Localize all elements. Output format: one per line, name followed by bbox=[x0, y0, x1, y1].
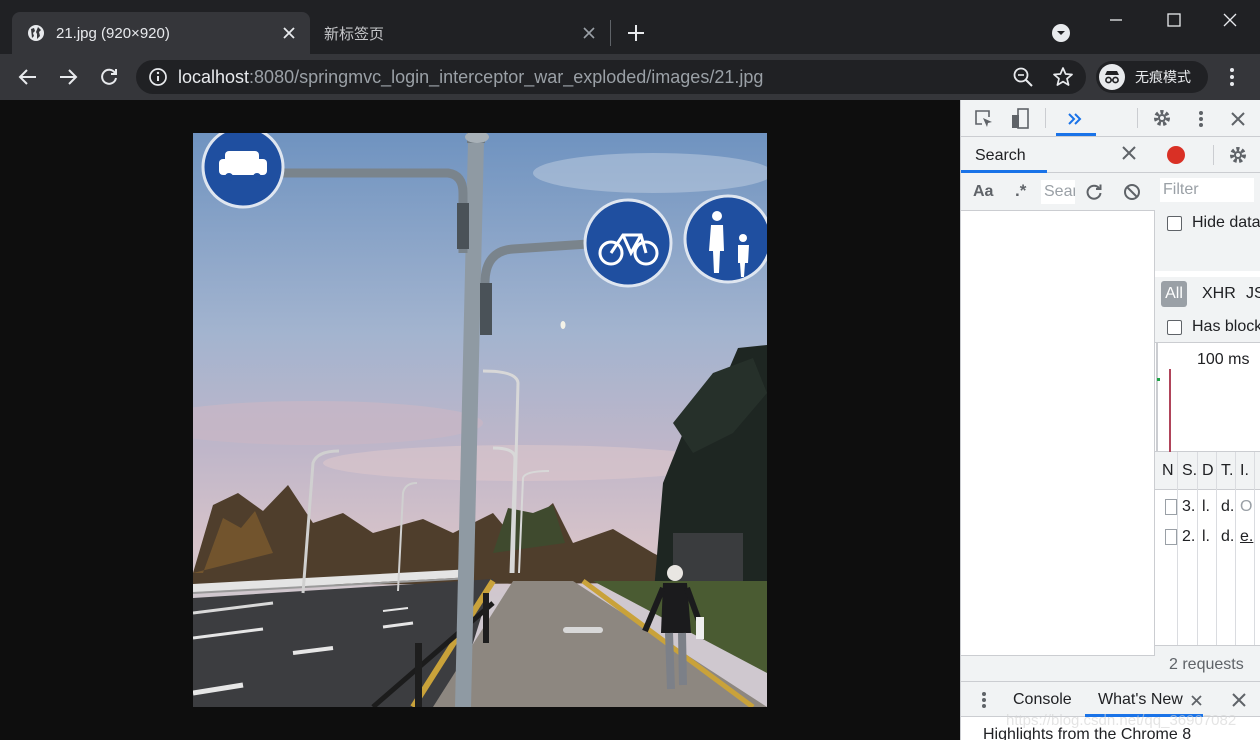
inspect-element-icon[interactable] bbox=[973, 108, 995, 130]
column-status[interactable]: S. bbox=[1182, 462, 1197, 480]
device-toolbar-icon[interactable] bbox=[1009, 108, 1031, 130]
tab-new-tab[interactable]: 新标签页 bbox=[312, 12, 610, 54]
network-settings-gear-icon[interactable] bbox=[1227, 144, 1249, 166]
close-drawer-icon[interactable] bbox=[1229, 690, 1249, 710]
reload-icon[interactable] bbox=[95, 63, 123, 91]
devtools-toolbar bbox=[961, 100, 1260, 137]
table-row[interactable]: 2. l. d. e. bbox=[1155, 522, 1260, 552]
forward-arrow-icon[interactable] bbox=[54, 63, 82, 91]
back-arrow-icon[interactable] bbox=[14, 63, 42, 91]
row-domain: l. bbox=[1202, 498, 1210, 515]
column-name[interactable]: N bbox=[1162, 462, 1174, 480]
row-status: 3. bbox=[1182, 498, 1196, 515]
incognito-icon bbox=[1099, 64, 1125, 90]
close-whats-new-icon[interactable] bbox=[1189, 693, 1203, 707]
tab-title: 新标签页 bbox=[324, 25, 385, 43]
close-devtools-icon[interactable] bbox=[1227, 108, 1249, 130]
address-bar[interactable]: localhost:8080/springmvc_login_intercept… bbox=[136, 60, 1086, 94]
requests-table-header: N S. D T. I. bbox=[1155, 452, 1260, 490]
document-icon bbox=[1165, 529, 1177, 545]
tab-search-icon[interactable] bbox=[1050, 22, 1072, 44]
hide-data-urls-option[interactable]: Hide data URLs bbox=[1155, 207, 1260, 239]
drawer-tab-console[interactable]: Console bbox=[1013, 691, 1072, 709]
url-path: :8080/springmvc_login_interceptor_war_ex… bbox=[249, 67, 764, 87]
row-domain: l. bbox=[1202, 528, 1210, 545]
has-blocked-cookies-option[interactable]: Has blocked cookies bbox=[1155, 311, 1260, 343]
column-domain[interactable]: D bbox=[1202, 462, 1214, 480]
maximize-icon[interactable] bbox=[1152, 6, 1196, 34]
search-panel: Search Aa .* bbox=[961, 137, 1155, 681]
column-type[interactable]: T. bbox=[1221, 462, 1233, 480]
row-type: d. bbox=[1221, 528, 1235, 545]
network-panel: Hide data URLs All XHR JS Has blocked co… bbox=[1155, 137, 1260, 681]
tab-image[interactable]: 21.jpg (920×920) bbox=[12, 12, 310, 54]
has-blocked-cookies-label: Has blocked cookies bbox=[1192, 318, 1260, 335]
globe-icon bbox=[26, 23, 46, 43]
clear-search-icon[interactable] bbox=[1121, 181, 1143, 203]
settings-gear-icon[interactable] bbox=[1151, 107, 1173, 129]
type-filter-all[interactable]: All bbox=[1161, 281, 1187, 307]
drawer-menu-icon[interactable] bbox=[977, 690, 991, 710]
type-filter-js[interactable]: JS bbox=[1246, 285, 1260, 303]
browser-menu-icon[interactable] bbox=[1222, 63, 1242, 91]
street-photo-image bbox=[193, 133, 767, 707]
refresh-icon[interactable] bbox=[1083, 181, 1105, 203]
url-text[interactable]: localhost:8080/springmvc_login_intercept… bbox=[178, 67, 763, 87]
incognito-profile-button[interactable]: 无痕模式 bbox=[1096, 61, 1208, 93]
zoom-icon[interactable] bbox=[1012, 66, 1034, 88]
spacer-row bbox=[1155, 239, 1260, 271]
record-icon[interactable] bbox=[1167, 146, 1185, 164]
request-count: 2 requests bbox=[1169, 656, 1244, 673]
info-icon[interactable] bbox=[148, 67, 168, 87]
column-initiator[interactable]: I. bbox=[1240, 462, 1249, 480]
network-status-bar: 2 requests bbox=[1155, 645, 1260, 681]
search-panel-title[interactable]: Search bbox=[975, 147, 1026, 165]
filter-row bbox=[1155, 173, 1260, 207]
search-footer bbox=[961, 655, 1155, 681]
match-case-toggle[interactable]: Aa bbox=[973, 183, 993, 201]
browser-toolbar: localhost:8080/springmvc_login_intercept… bbox=[0, 54, 1260, 100]
devtools-panel: Search Aa .* Search Filter Hide data All… bbox=[960, 100, 1260, 740]
has-blocked-cookies-checkbox[interactable] bbox=[1167, 319, 1182, 335]
minimize-icon[interactable] bbox=[1094, 6, 1138, 34]
type-filter-xhr[interactable]: XHR bbox=[1202, 285, 1236, 303]
search-panel-header: Search bbox=[961, 137, 1155, 173]
new-tab-button[interactable] bbox=[622, 19, 650, 47]
row-status: 2. bbox=[1182, 528, 1196, 545]
devtools-menu-icon[interactable] bbox=[1191, 108, 1211, 130]
close-search-icon[interactable] bbox=[1121, 145, 1141, 165]
tab-strip: 21.jpg (920×920) 新标签页 bbox=[0, 0, 1260, 54]
close-window-icon[interactable] bbox=[1208, 6, 1252, 34]
search-input[interactable] bbox=[1041, 180, 1075, 204]
page-viewport bbox=[0, 100, 960, 740]
overview-time-label: 100 ms bbox=[1197, 351, 1250, 368]
tab-separator bbox=[610, 20, 611, 46]
incognito-label: 无痕模式 bbox=[1135, 69, 1191, 85]
url-host: localhost bbox=[178, 67, 250, 87]
network-toolbar bbox=[1155, 137, 1260, 173]
drawer-tab-whats-new[interactable]: What's New bbox=[1098, 691, 1183, 709]
close-tab-icon[interactable] bbox=[278, 22, 300, 44]
filter-input[interactable] bbox=[1160, 178, 1254, 202]
network-overview: 100 ms bbox=[1155, 342, 1260, 453]
table-row[interactable]: 3. l. d. O bbox=[1155, 492, 1260, 522]
row-type: d. bbox=[1221, 498, 1235, 515]
search-toolbar: Aa .* bbox=[961, 173, 1155, 211]
watermark-text: https://blog.csdn.net/qq_36907082 bbox=[1006, 712, 1237, 729]
hide-data-urls-checkbox[interactable] bbox=[1167, 215, 1182, 231]
bookmark-star-icon[interactable] bbox=[1052, 66, 1074, 88]
document-icon bbox=[1165, 499, 1177, 515]
close-tab-icon[interactable] bbox=[578, 22, 600, 44]
tab-title: 21.jpg (920×920) bbox=[56, 24, 170, 42]
row-initiator-link[interactable]: e. bbox=[1240, 528, 1253, 546]
row-initiator: O bbox=[1240, 498, 1253, 515]
more-tabs-chevron-icon[interactable] bbox=[1061, 108, 1089, 130]
hide-data-urls-label: Hide data URLs bbox=[1192, 214, 1260, 231]
regex-toggle[interactable]: .* bbox=[1015, 181, 1026, 201]
resource-type-filters: All XHR JS bbox=[1155, 277, 1260, 311]
